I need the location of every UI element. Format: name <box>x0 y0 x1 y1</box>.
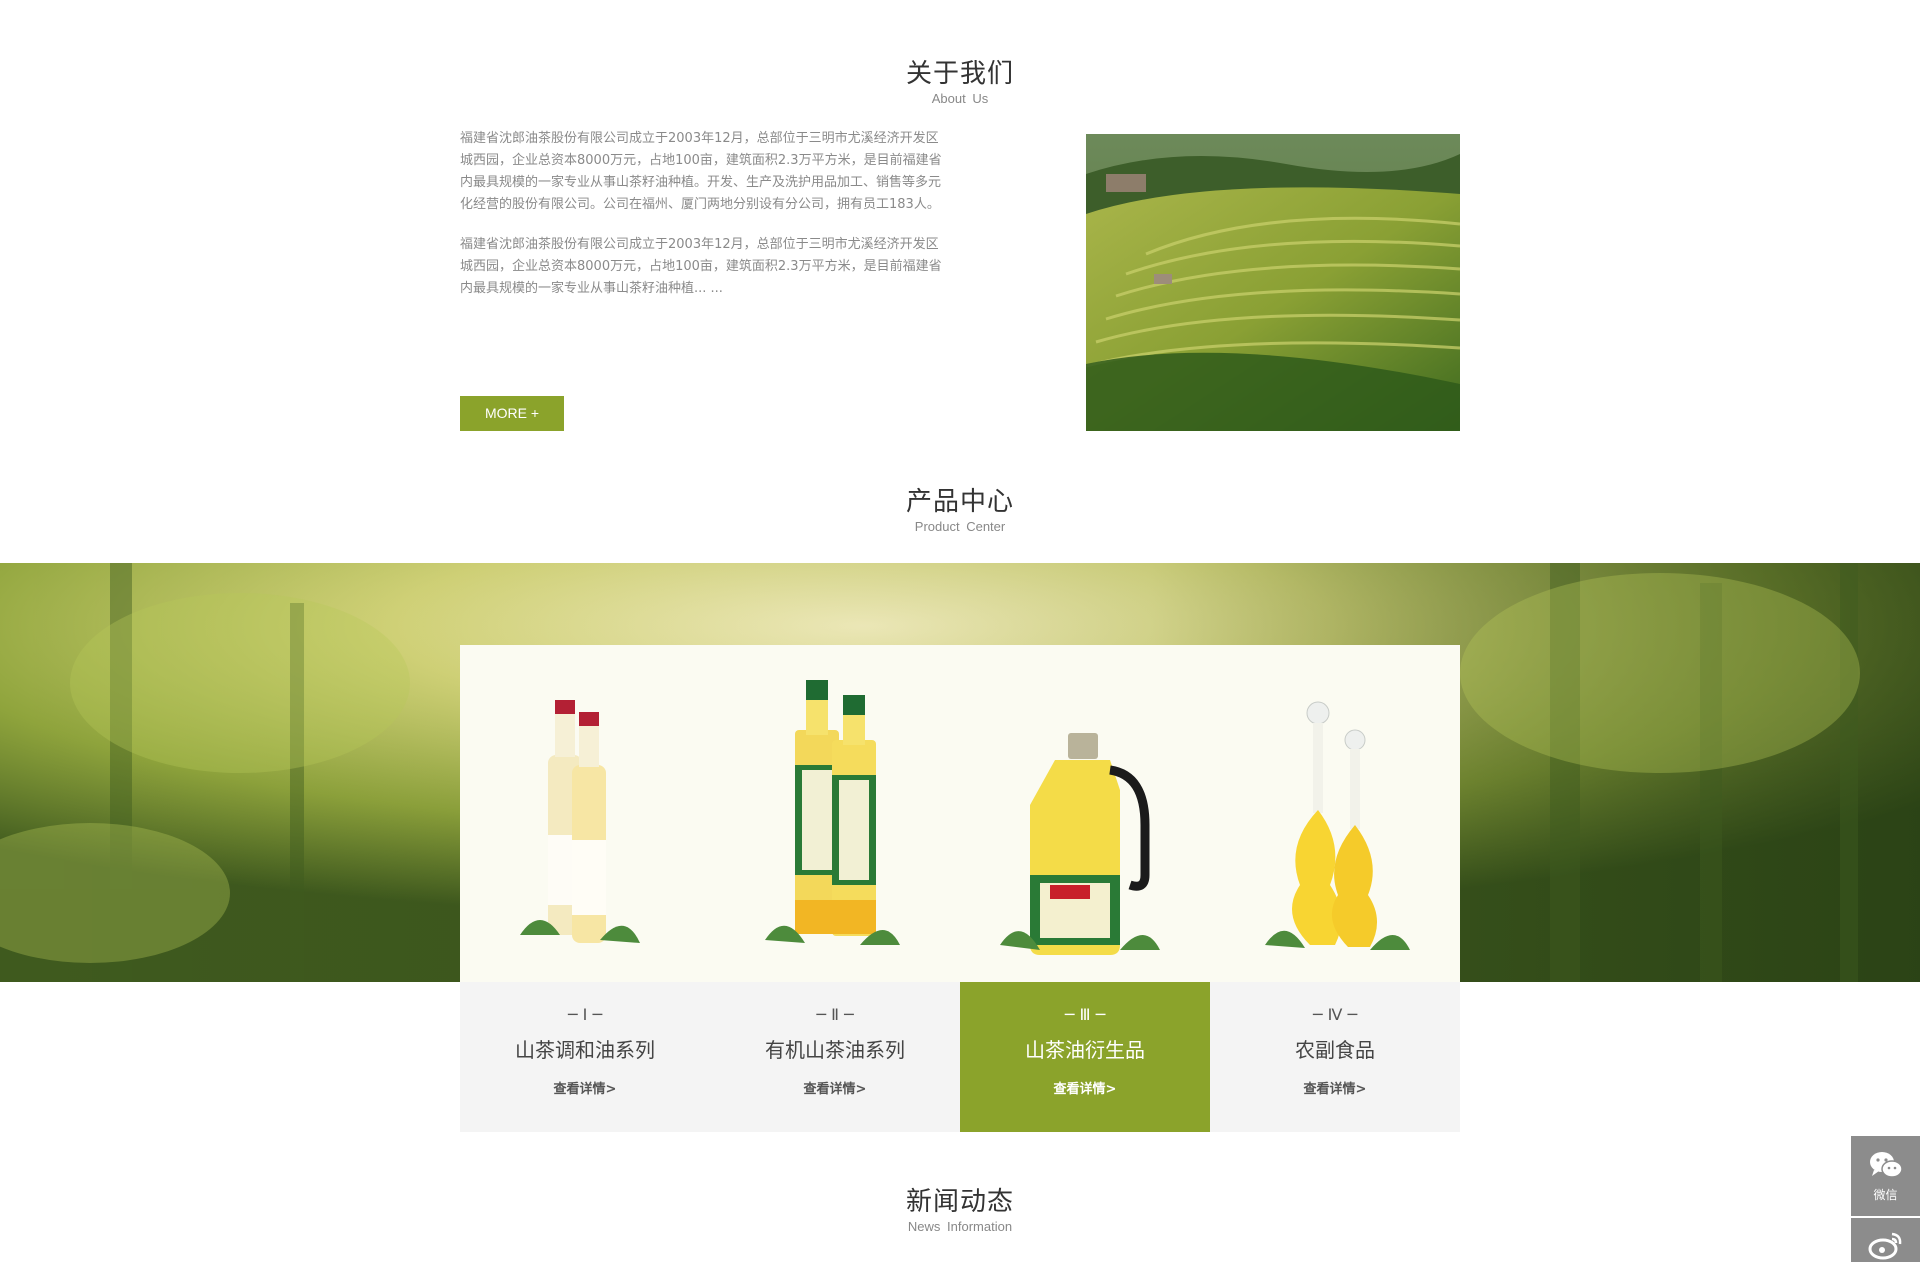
product-name: 山茶调和油系列 <box>515 1038 655 1062</box>
product-name: 有机山茶油系列 <box>765 1038 905 1062</box>
wechat-icon <box>1869 1152 1903 1178</box>
product-number: ─ Ⅲ ─ <box>1064 1005 1106 1024</box>
products-title-cn: 产品中心 <box>905 487 1014 517</box>
product-card-4[interactable]: ─ Ⅳ ─ 农副食品 查看详情> <box>1210 645 1460 1132</box>
view-details-link[interactable]: 查看详情> <box>1210 1081 1460 1099</box>
product-image-agricultural <box>1210 645 1460 982</box>
weibo-widget[interactable] <box>1851 1218 1920 1262</box>
news-title-cn: 新闻动态 <box>905 1187 1014 1217</box>
news-section-title: 新闻动态 News Information <box>0 1186 1920 1235</box>
about-section-title: 关于我们 About Us <box>0 58 1920 107</box>
wechat-widget[interactable]: 微信 <box>1851 1136 1920 1216</box>
product-number: ─ Ⅳ ─ <box>1312 1005 1358 1024</box>
view-details-link[interactable]: 查看详情> <box>710 1081 960 1099</box>
weibo-icon <box>1868 1232 1901 1260</box>
product-image-blend-oil <box>460 645 710 982</box>
products-section-title: 产品中心 Product Center <box>0 486 1920 535</box>
product-number: ─ Ⅰ ─ <box>567 1005 603 1024</box>
product-card-2[interactable]: ─ Ⅱ ─ 有机山茶油系列 查看详情> <box>710 645 960 1132</box>
about-text: 福建省沈郎油茶股份有限公司成立于2003年12月，总部位于三明市尤溪经济开发区城… <box>460 128 945 318</box>
more-button[interactable]: MORE + <box>460 396 564 431</box>
product-info-4: ─ Ⅳ ─ 农副食品 查看详情> <box>1210 982 1460 1132</box>
product-card-3[interactable]: ─ Ⅲ ─ 山茶油衍生品 查看详情> <box>960 645 1210 1132</box>
about-title-cn: 关于我们 <box>905 59 1014 89</box>
product-info-2: ─ Ⅱ ─ 有机山茶油系列 查看详情> <box>710 982 960 1132</box>
about-paragraph-2: 福建省沈郎油茶股份有限公司成立于2003年12月，总部位于三明市尤溪经济开发区城… <box>460 237 942 296</box>
products-title-en: Product Center <box>914 519 1006 534</box>
product-name: 农副食品 <box>1295 1038 1375 1062</box>
about-title-en: About Us <box>931 91 989 106</box>
wechat-label: 微信 <box>1873 1188 1898 1202</box>
product-cards: ─ Ⅰ ─ 山茶调和油系列 查看详情> ─ Ⅱ ─ 有机山茶油系列 查看详情> … <box>460 645 1460 1132</box>
view-details-link[interactable]: 查看详情> <box>960 1081 1210 1099</box>
product-card-1[interactable]: ─ Ⅰ ─ 山茶调和油系列 查看详情> <box>460 645 710 1132</box>
product-info-1: ─ Ⅰ ─ 山茶调和油系列 查看详情> <box>460 982 710 1132</box>
terraced-fields-image <box>1086 134 1460 431</box>
view-details-link[interactable]: 查看详情> <box>460 1081 710 1099</box>
about-paragraph-1: 福建省沈郎油茶股份有限公司成立于2003年12月，总部位于三明市尤溪经济开发区城… <box>460 131 942 212</box>
news-title-en: News Information <box>907 1219 1013 1234</box>
product-image-derivatives <box>960 645 1210 982</box>
product-image-organic-oil <box>710 645 960 982</box>
product-number: ─ Ⅱ ─ <box>816 1005 854 1024</box>
product-name: 山茶油衍生品 <box>1025 1038 1145 1062</box>
product-info-3: ─ Ⅲ ─ 山茶油衍生品 查看详情> <box>960 982 1210 1132</box>
